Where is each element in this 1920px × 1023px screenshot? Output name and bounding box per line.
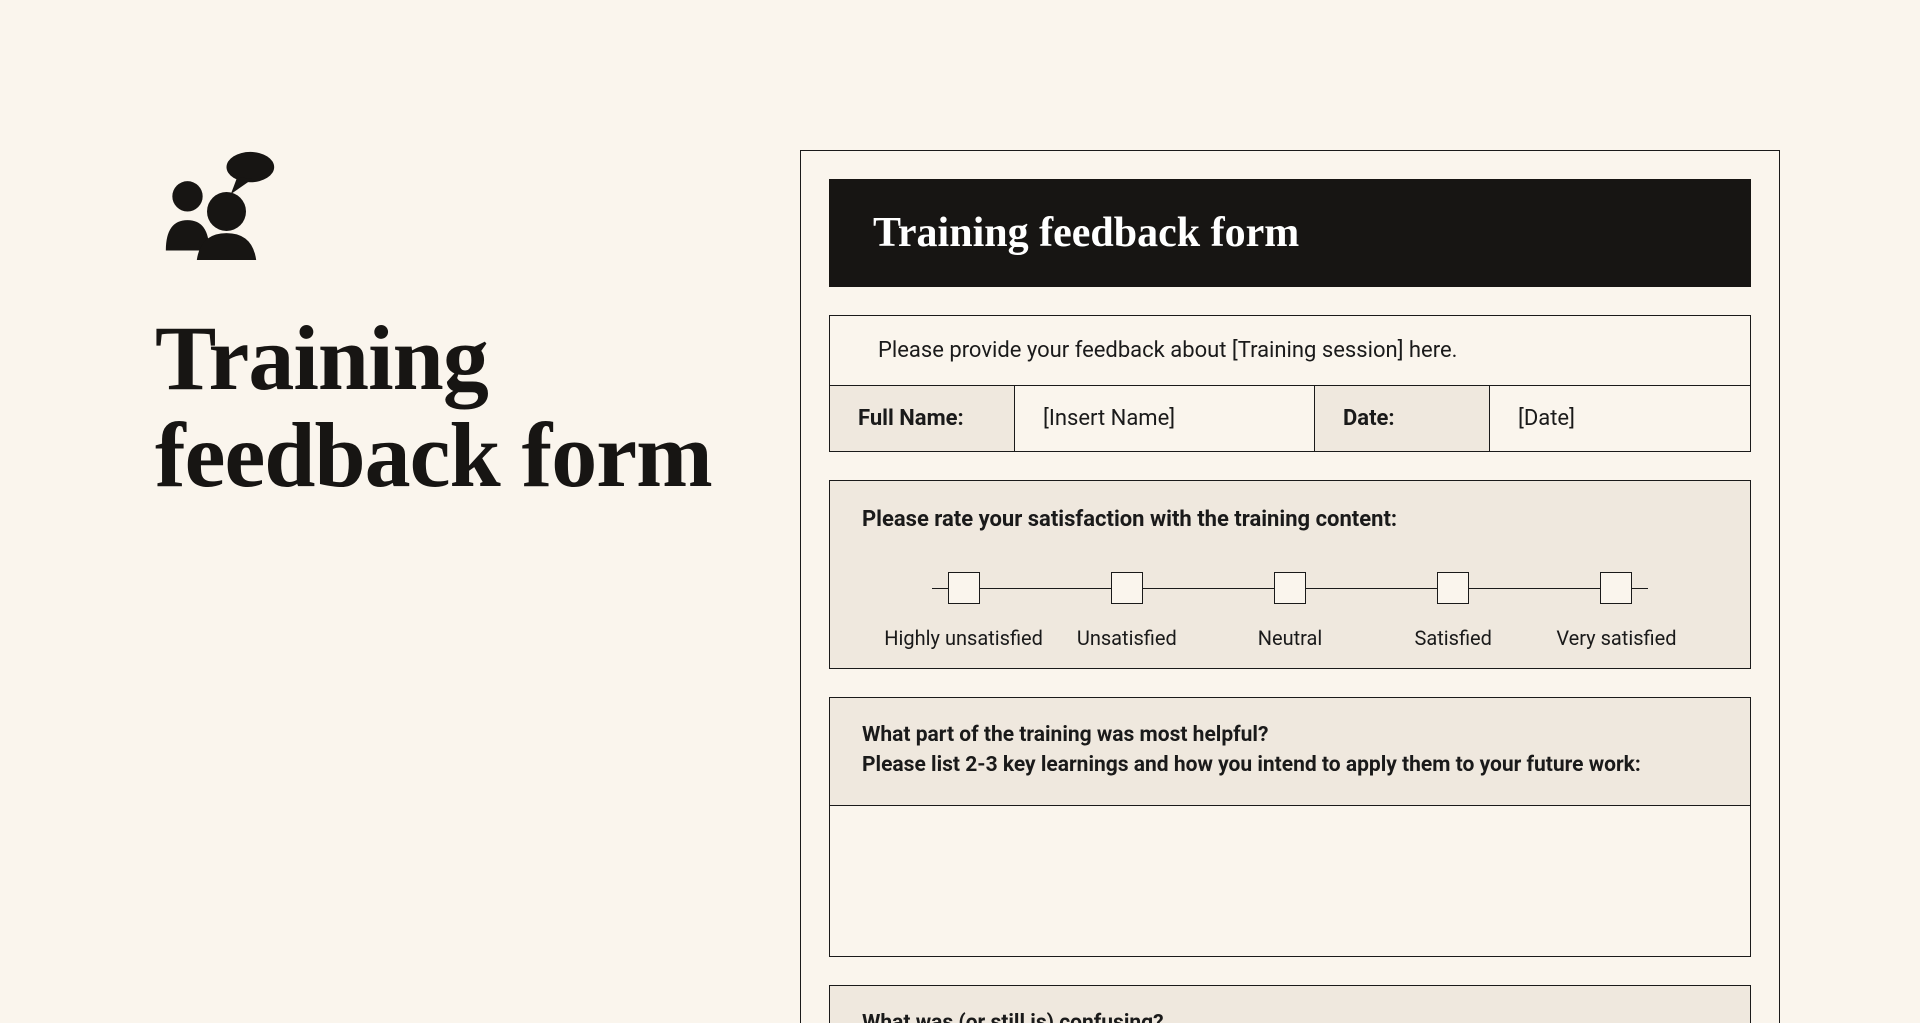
page-root: Training feedback form Training feedback… [0, 0, 1920, 1023]
rating-section: Please rate your satisfaction with the t… [829, 480, 1751, 669]
rating-option: Neutral [1208, 572, 1371, 650]
rating-option: Very satisfied [1535, 572, 1698, 650]
question-prompt-2: What was (or still is) confusing? [830, 986, 1750, 1023]
rating-label: Neutral [1258, 626, 1323, 650]
full-name-field[interactable]: [Insert Name] [1015, 386, 1315, 451]
rating-scale: Highly unsatisfied Unsatisfied Neutral S… [862, 572, 1718, 650]
intro-and-identity: Please provide your feedback about [Trai… [829, 315, 1751, 452]
question-prompt-line: What part of the training was most helpf… [862, 720, 1718, 750]
people-speech-icon [155, 150, 285, 260]
form-intro-text: Please provide your feedback about [Trai… [830, 316, 1750, 386]
hero-title: Training feedback form [155, 310, 715, 503]
rating-checkbox-5[interactable] [1600, 572, 1632, 604]
rating-checkbox-2[interactable] [1111, 572, 1143, 604]
question-prompt-line: Please list 2-3 key learnings and how yo… [862, 750, 1718, 780]
rating-checkbox-1[interactable] [948, 572, 980, 604]
identity-row: Full Name: [Insert Name] Date: [Date] [830, 386, 1750, 451]
rating-label: Highly unsatisfied [884, 626, 1043, 650]
rating-label: Unsatisfied [1077, 626, 1177, 650]
document-preview: Training feedback form Please provide yo… [800, 150, 1780, 1023]
rating-prompt: Please rate your satisfaction with the t… [862, 507, 1718, 532]
full-name-label: Full Name: [830, 386, 1015, 451]
rating-checkbox-4[interactable] [1437, 572, 1469, 604]
rating-label: Satisfied [1414, 626, 1491, 650]
question-block-2: What was (or still is) confusing? [829, 985, 1751, 1023]
question-prompt-line: What was (or still is) confusing? [862, 1008, 1718, 1023]
date-label: Date: [1315, 386, 1490, 451]
rating-label: Very satisfied [1556, 626, 1676, 650]
rating-checkbox-3[interactable] [1274, 572, 1306, 604]
rating-option: Satisfied [1372, 572, 1535, 650]
form-title-bar: Training feedback form [829, 179, 1751, 287]
rating-option: Unsatisfied [1045, 572, 1208, 650]
rating-option: Highly unsatisfied [882, 572, 1045, 650]
question-prompt-1: What part of the training was most helpf… [830, 698, 1750, 806]
question-answer-1[interactable] [830, 806, 1750, 956]
question-block-1: What part of the training was most helpf… [829, 697, 1751, 957]
hero-block: Training feedback form [155, 150, 715, 503]
date-field[interactable]: [Date] [1490, 386, 1750, 451]
